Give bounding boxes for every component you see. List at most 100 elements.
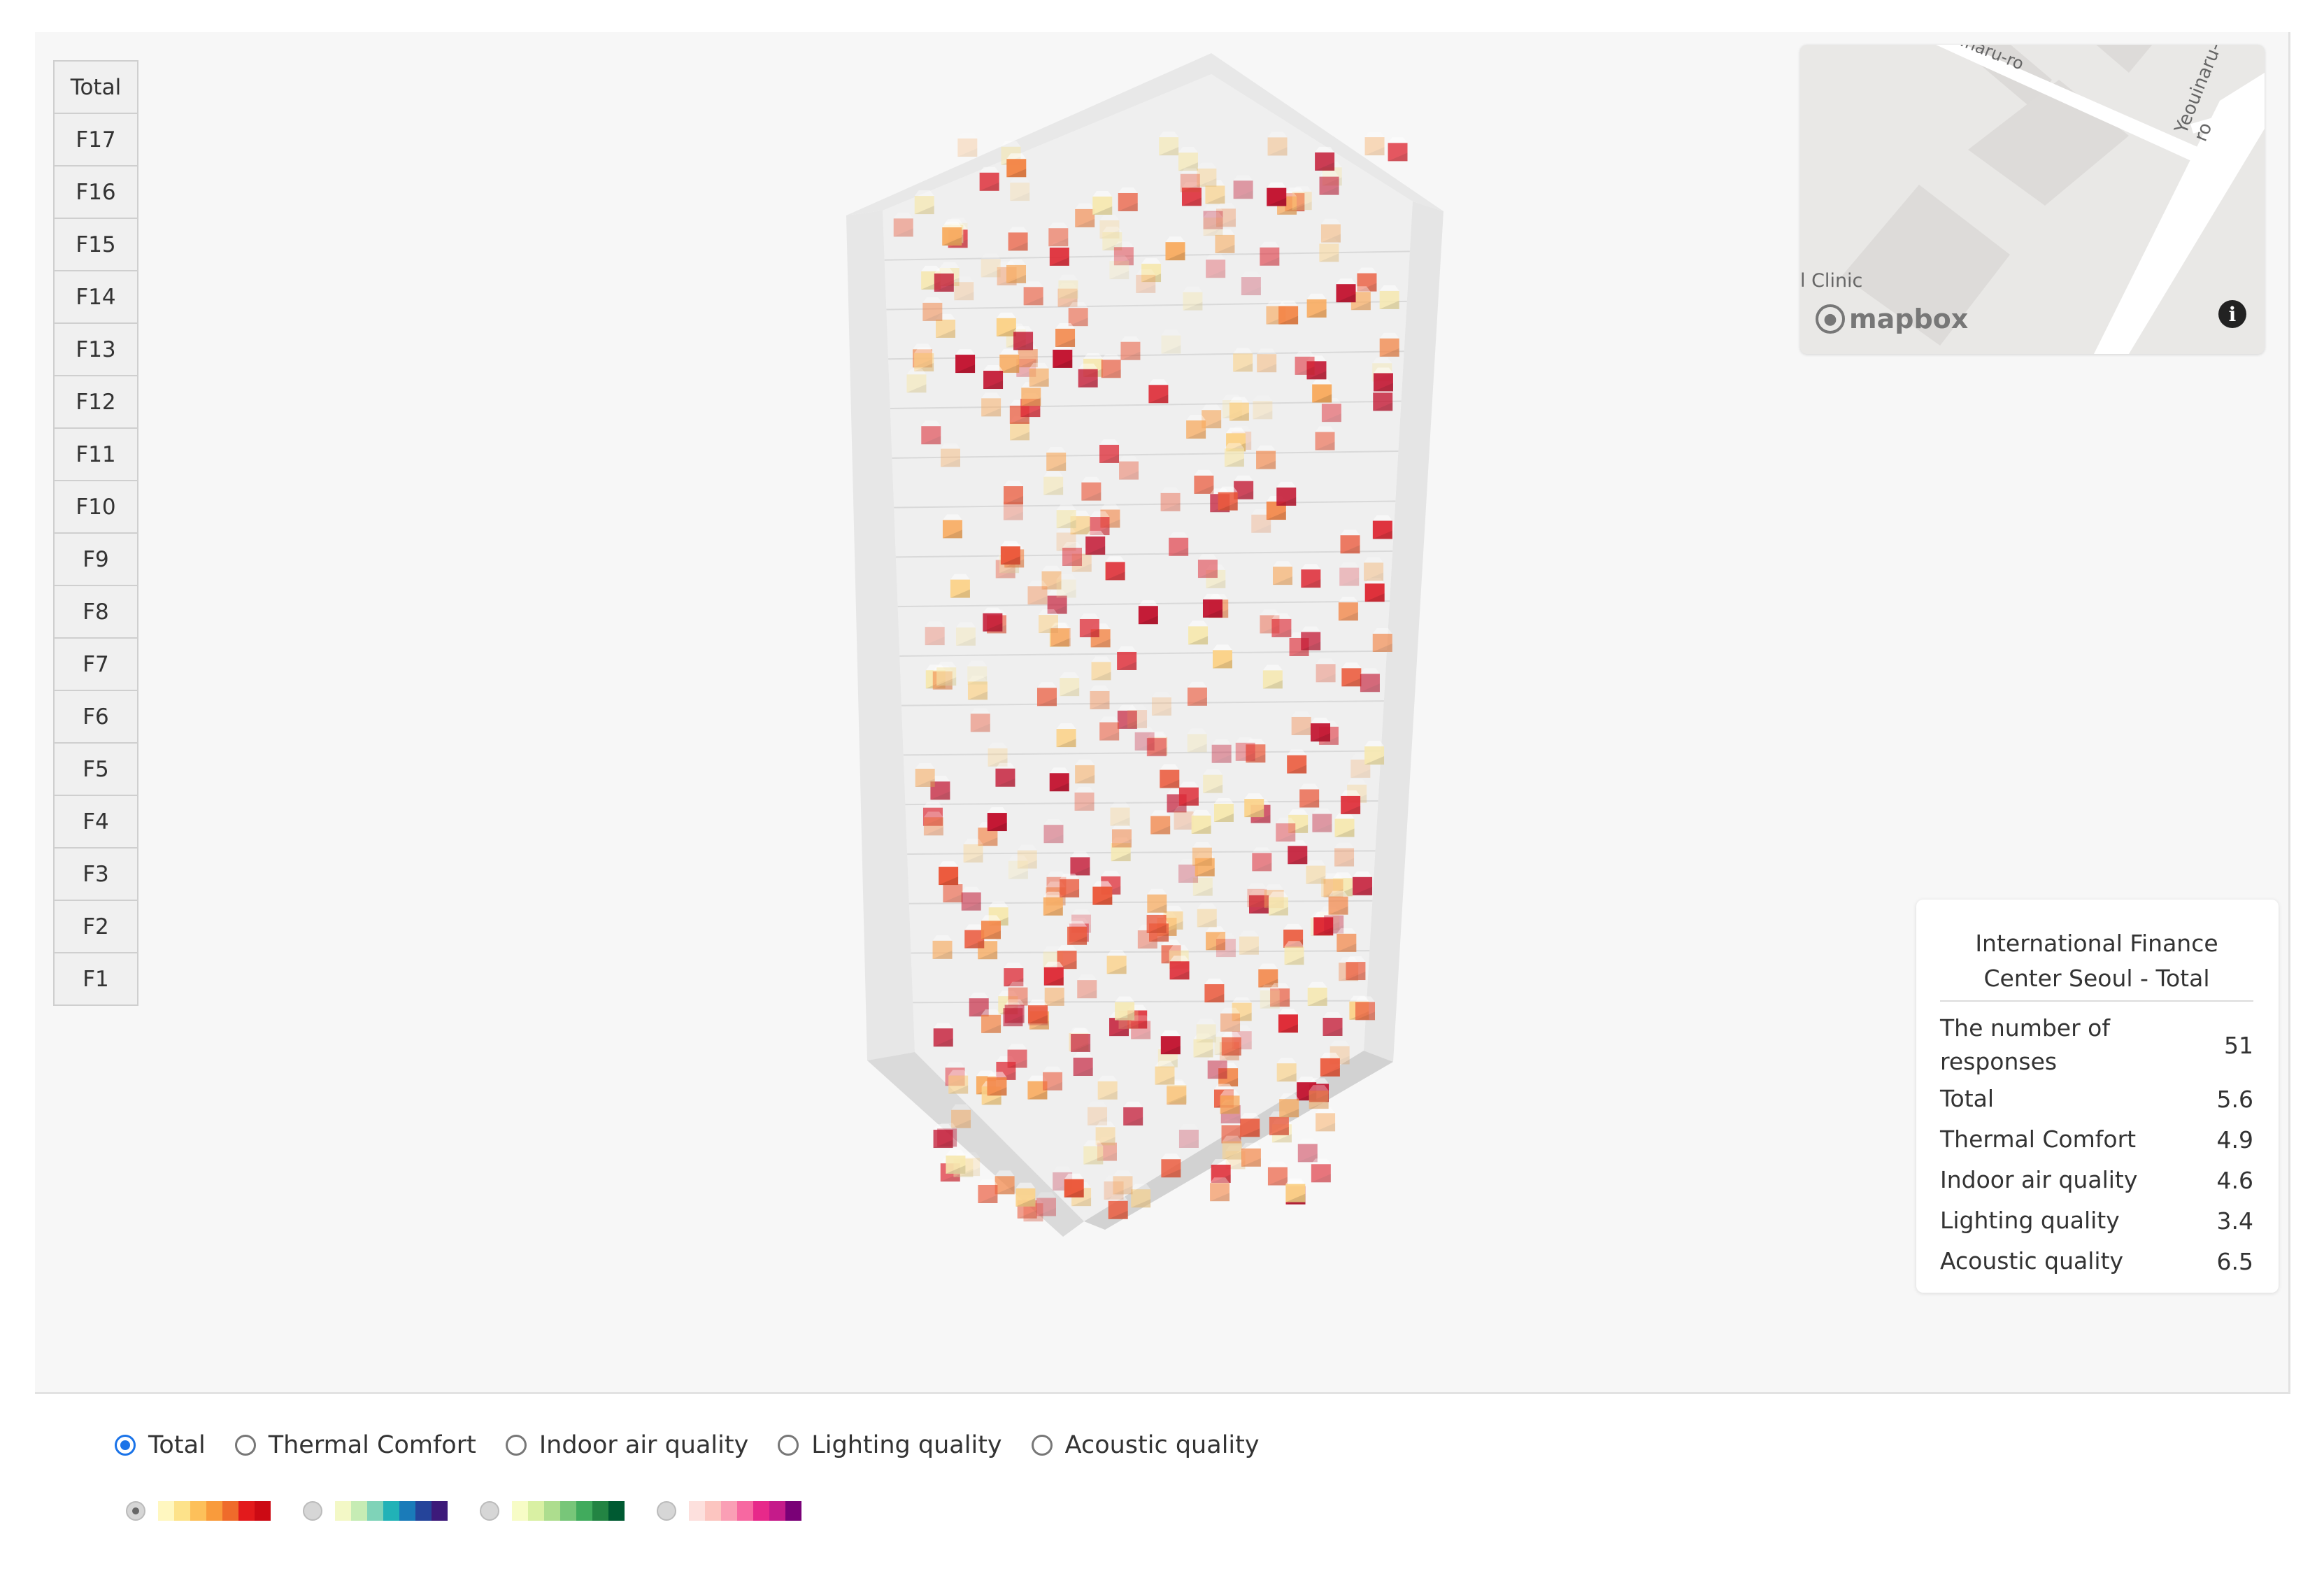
sensor-cube[interactable] [1109,255,1129,280]
sensor-cube[interactable] [1123,1101,1143,1126]
floor-button-f10[interactable]: F10 [53,480,138,534]
floor-button-f6[interactable]: F6 [53,690,138,744]
sensor-cube[interactable] [1202,593,1222,618]
sensor-cube[interactable] [1267,132,1288,156]
sensor-cube[interactable] [1323,1011,1343,1036]
sensor-cube[interactable] [1155,1060,1175,1085]
sensor-cube[interactable] [1307,981,1327,1006]
sensor-cube[interactable] [1267,182,1287,206]
palette-radio-button[interactable] [126,1501,145,1521]
sensor-cube[interactable] [1097,1075,1118,1100]
sensor-cube[interactable] [1027,1000,1048,1024]
category-option-acoustic-quality[interactable]: Acoustic quality [1031,1431,1260,1459]
sensor-cube[interactable] [981,392,1001,417]
sensor-cube[interactable] [1138,600,1158,625]
sensor-cube[interactable] [1311,718,1331,742]
sensor-cube[interactable] [1334,813,1355,837]
sensor-cube[interactable] [1278,300,1299,325]
sensor-cube[interactable] [1056,723,1076,748]
sensor-cube[interactable] [1267,1161,1288,1186]
sensor-cube[interactable] [939,861,959,886]
sensor-cube[interactable] [1221,1031,1241,1056]
sensor-cube[interactable] [1029,362,1049,387]
sensor-cube[interactable] [1256,445,1276,469]
sensor-cube[interactable] [1083,1140,1104,1165]
floor-button-f17[interactable]: F17 [53,113,138,166]
sensor-cube[interactable] [1364,132,1385,156]
sensor-cube[interactable] [1064,1173,1084,1198]
sensor-cube[interactable] [1007,1044,1027,1068]
sensor-cube[interactable] [1004,481,1024,505]
sensor-cube[interactable] [1207,1055,1227,1079]
category-option-thermal-comfort[interactable]: Thermal Comfort [234,1431,476,1459]
sensor-cube[interactable] [1071,1028,1091,1052]
radio-button[interactable] [234,1435,256,1456]
sensor-cube[interactable] [922,297,943,321]
sensor-cube[interactable] [1150,810,1171,835]
sensor-cube[interactable] [936,662,957,686]
sensor-cube[interactable] [1336,928,1357,952]
sensor-cube[interactable] [981,1009,1001,1033]
sensor-cube[interactable] [1203,769,1223,793]
sensor-cube[interactable] [1053,343,1073,368]
sensor-cube[interactable] [951,1104,971,1128]
sensor-cube[interactable] [1320,1052,1340,1077]
floor-button-f4[interactable]: F4 [53,795,138,849]
sensor-cube[interactable] [1319,171,1339,195]
sensor-cube[interactable] [1196,1018,1216,1043]
sensor-cube[interactable] [1000,541,1020,565]
sensor-cube[interactable] [1036,1192,1056,1216]
sensor-cube[interactable] [1120,336,1141,360]
sensor-cube[interactable] [1062,542,1083,567]
palette-option-yellow-green-blue-purple[interactable] [303,1501,448,1521]
sensor-cube[interactable] [942,514,962,539]
sensor-cube[interactable] [988,742,1008,767]
sensor-cube[interactable] [1334,842,1355,867]
sensor-cube[interactable] [1346,956,1366,981]
sensor-cube[interactable] [1161,1153,1181,1178]
sensor-cube[interactable] [1339,562,1360,586]
sensor-cube[interactable] [948,1070,969,1094]
sensor-cube[interactable] [1276,481,1297,506]
sensor-cube[interactable] [1253,395,1273,420]
sensor-cube[interactable] [1244,793,1264,818]
sensor-cube[interactable] [1079,613,1099,637]
sensor-cube[interactable] [1006,153,1027,178]
sensor-cube[interactable] [1285,1178,1306,1202]
sensor-cube[interactable] [1222,1135,1242,1160]
sensor-cube[interactable] [957,133,978,157]
floor-button-f3[interactable]: F3 [53,847,138,901]
floor-button-f16[interactable]: F16 [53,165,138,219]
category-option-total[interactable]: Total [115,1431,206,1459]
sensor-cube[interactable] [1306,860,1326,884]
category-option-indoor-air-quality[interactable]: Indoor air quality [505,1431,748,1459]
sensor-cube[interactable] [1292,186,1312,211]
sensor-cube[interactable] [1115,996,1135,1021]
sensor-cube[interactable] [963,839,983,863]
sensor-cube[interactable] [1169,956,1190,980]
sensor-cube[interactable] [1077,974,1097,999]
sensor-cube[interactable] [1180,168,1200,192]
sensor-cube[interactable] [1291,711,1311,735]
sensor-cube[interactable] [1268,891,1288,916]
sensor-cube[interactable] [1043,471,1064,495]
sensor-cube[interactable] [1023,281,1043,306]
sensor-cube[interactable] [1075,203,1095,227]
sensor-cube[interactable] [925,621,945,646]
sensor-cube[interactable] [1106,950,1127,974]
sensor-cube[interactable] [1364,557,1384,581]
radio-button[interactable] [1031,1435,1053,1456]
sensor-cube[interactable] [1316,658,1336,683]
sensor-cube[interactable] [1233,348,1253,372]
sensor-cube[interactable] [1092,881,1113,905]
sensor-cube[interactable] [1081,476,1102,501]
sensor-cube[interactable] [1220,1090,1240,1114]
palette-option-pink-purple[interactable] [657,1501,801,1521]
sensor-cube[interactable] [1058,274,1078,299]
sensor-cube[interactable] [1295,350,1315,375]
sensor-cube[interactable] [1008,855,1028,879]
palette-radio-button[interactable] [657,1501,676,1521]
sensor-cube[interactable] [1224,443,1244,467]
sensor-cube[interactable] [1187,728,1207,753]
sensor-cube[interactable] [1287,749,1307,774]
